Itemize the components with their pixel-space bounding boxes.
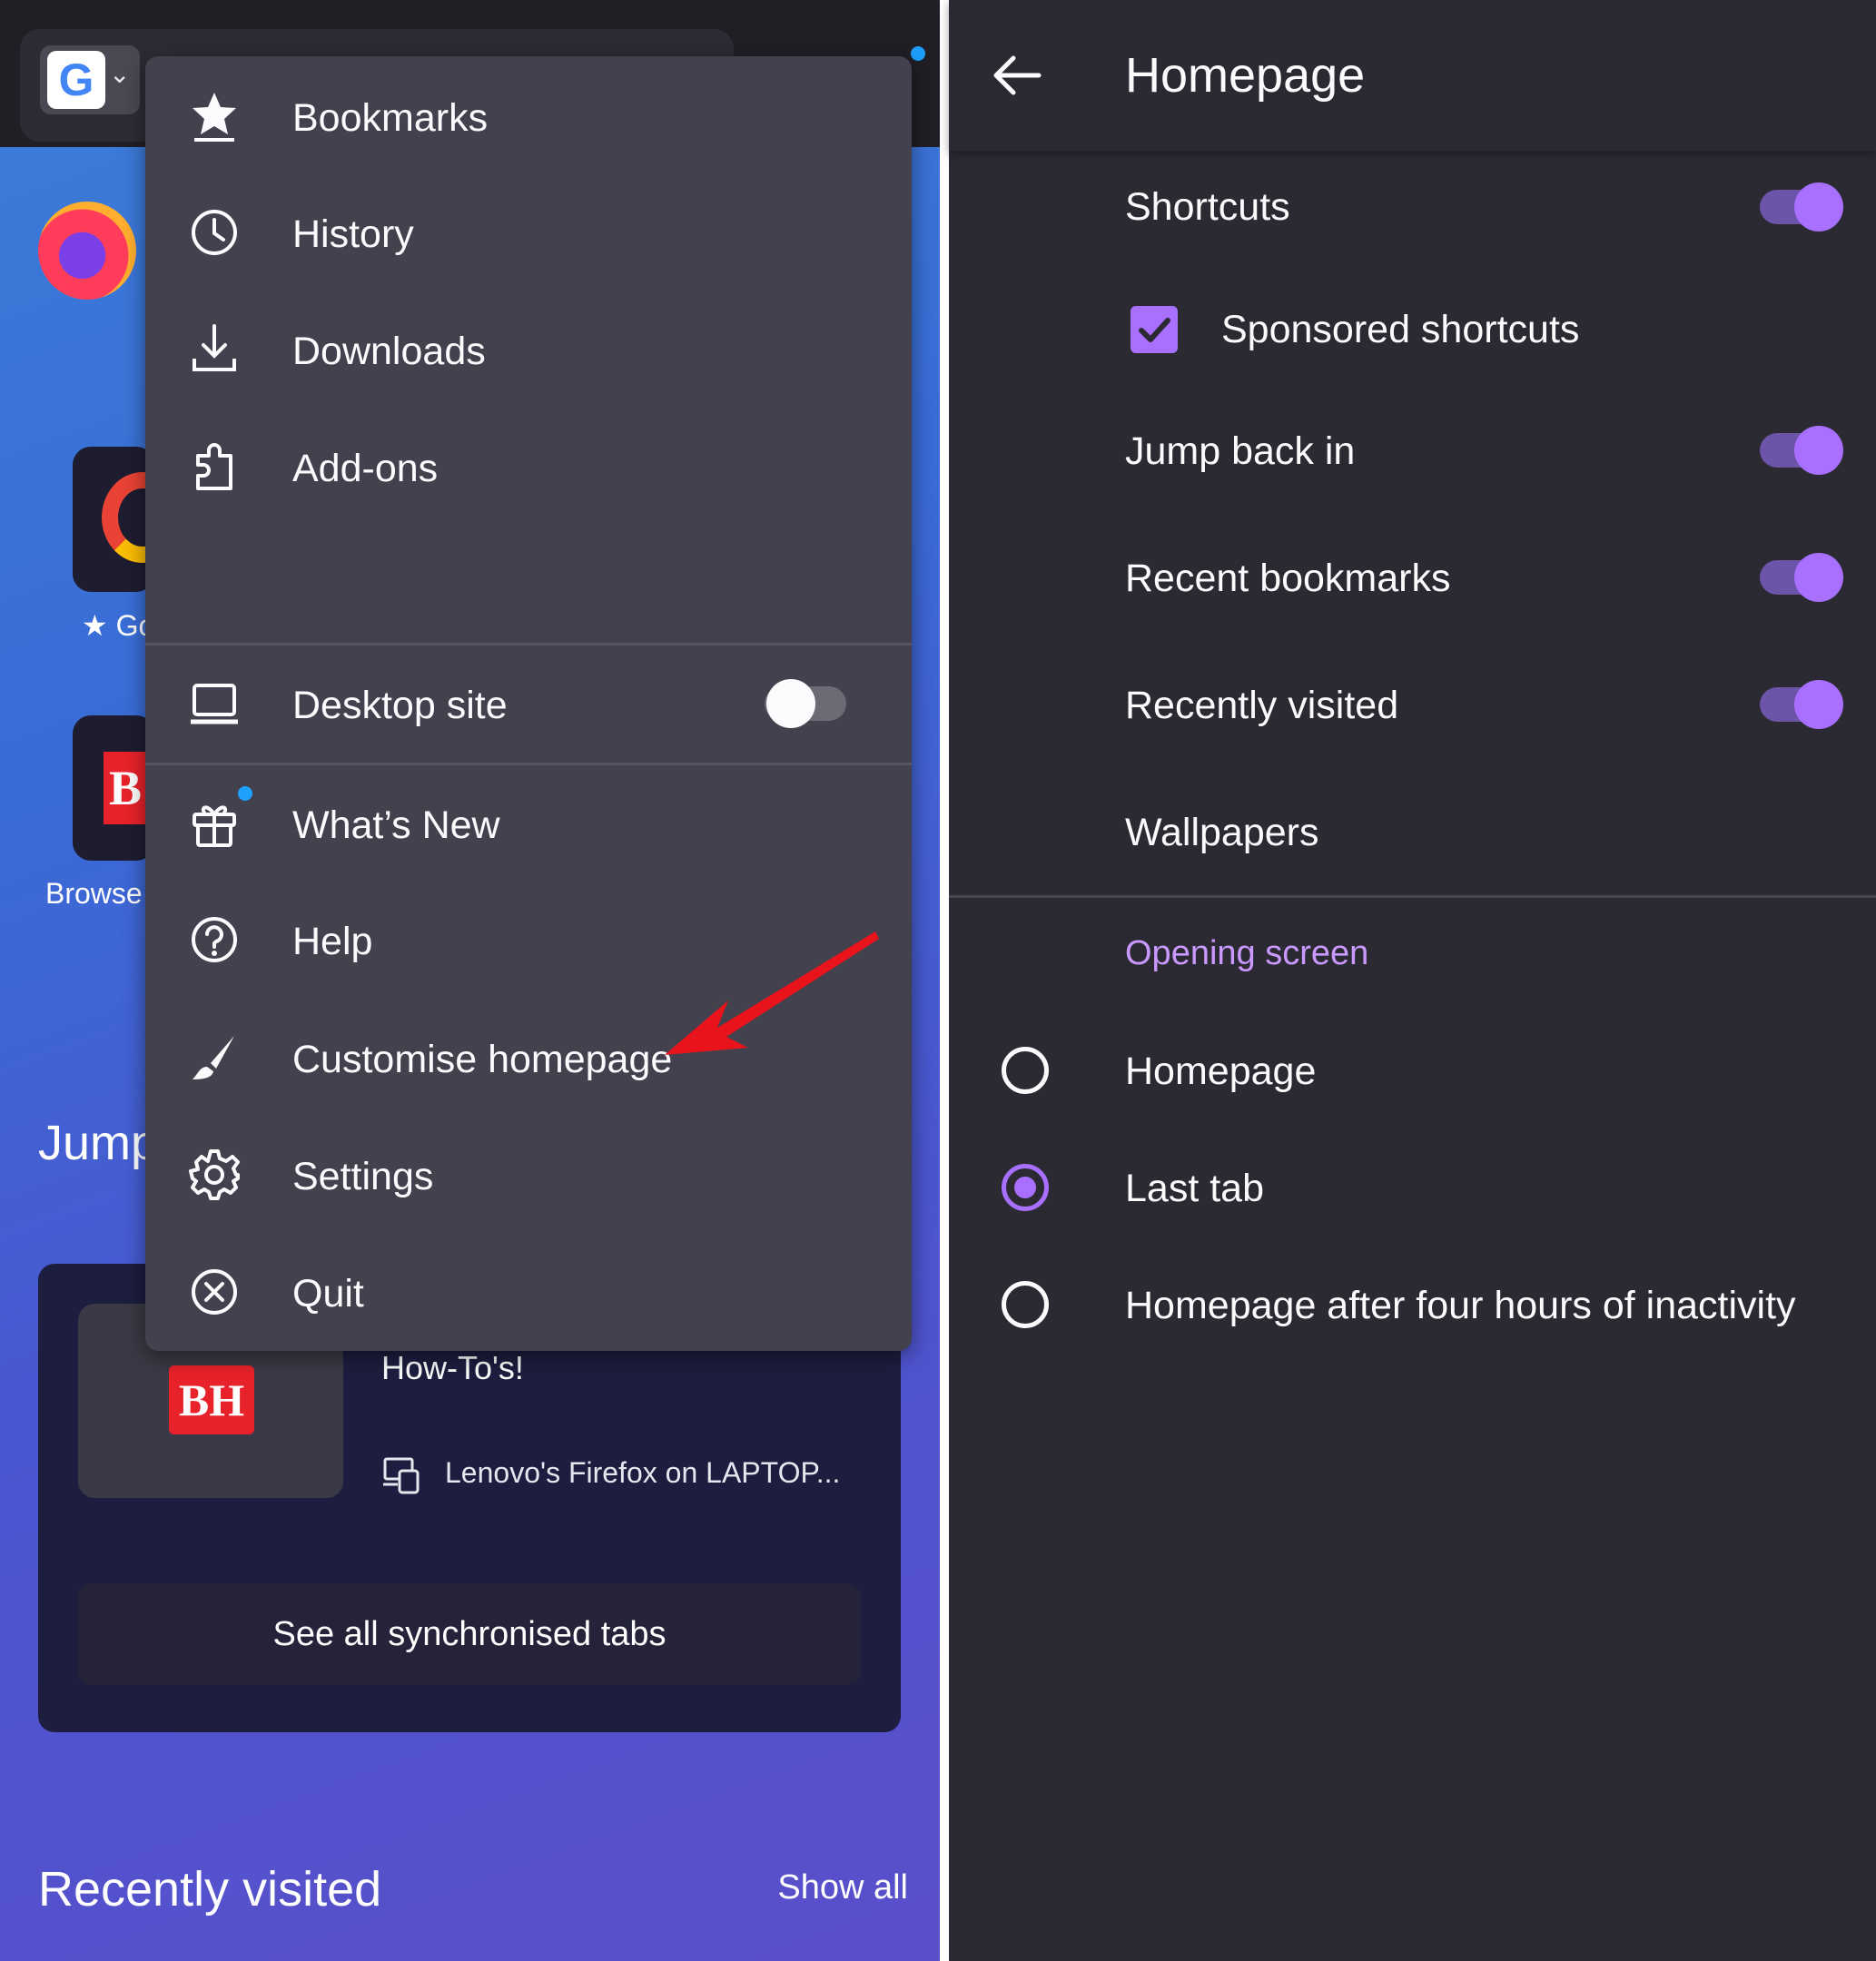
shortcuts-label: Shortcuts	[1125, 185, 1290, 229]
radio-homepage[interactable]	[1002, 1047, 1049, 1094]
menu-item-label: Bookmarks	[292, 96, 489, 140]
brush-icon	[193, 1036, 234, 1079]
toggle-thumb	[766, 679, 815, 728]
laptop-icon	[191, 684, 238, 724]
panel-divider	[940, 0, 949, 1961]
checkmark-icon	[1139, 318, 1170, 342]
menu-item-downloads[interactable]: Downloads	[145, 291, 912, 408]
menu-item-whats-new[interactable]: What’s New	[145, 765, 912, 882]
menu-item-bookmarks[interactable]: Bookmarks	[145, 58, 912, 174]
notification-dot	[911, 46, 925, 61]
star-icon	[193, 93, 236, 142]
menu-item-label: Add-ons	[292, 447, 439, 490]
menu-item-label: Quit	[292, 1272, 364, 1316]
synced-device-icon	[383, 1457, 420, 1494]
synced-device-label: Lenovo's Firefox on LAPTOP...	[445, 1456, 841, 1489]
firefox-logo-icon	[38, 202, 136, 300]
bh-logo-icon: BH	[169, 1365, 254, 1434]
menu-item-label: Help	[292, 920, 373, 963]
toggle-thumb	[1794, 680, 1843, 729]
page-title: Homepage	[1125, 48, 1366, 103]
recently-visited-label: Recently visited	[1125, 684, 1399, 727]
sponsored-shortcuts-checkbox[interactable]	[1131, 306, 1178, 353]
jump-back-in-heading: Jump	[38, 1116, 147, 1170]
menu-item-label: History	[292, 212, 414, 256]
help-icon	[192, 917, 237, 962]
menu-item-label: Downloads	[292, 330, 486, 373]
toggle-thumb	[1794, 553, 1843, 602]
opening-screen-heading: Opening screen	[1125, 934, 1369, 972]
download-icon	[193, 324, 236, 371]
gear-icon	[189, 1149, 240, 1200]
menu-item-label: Customise homepage	[292, 1038, 673, 1081]
menu-item-label: Desktop site	[292, 684, 508, 727]
back-arrow-icon[interactable]	[990, 44, 1044, 107]
wallpapers-item[interactable]: Wallpapers	[1125, 805, 1319, 860]
show-all-link[interactable]: Show all	[745, 1868, 908, 1919]
radio-label-last-tab: Last tab	[1125, 1167, 1264, 1210]
shortcut-label: Browse	[45, 877, 143, 910]
toggle-thumb	[1794, 426, 1843, 475]
google-icon: G	[47, 51, 105, 109]
menu-item-label: Settings	[292, 1155, 434, 1198]
radio-last-tab[interactable]	[1002, 1164, 1049, 1211]
menu-item-label: What’s New	[292, 803, 500, 847]
recent-bookmarks-label: Recent bookmarks	[1125, 557, 1451, 600]
notification-dot	[238, 786, 252, 801]
close-circle-icon	[192, 1269, 237, 1315]
radio-label-homepage: Homepage	[1125, 1049, 1317, 1093]
clock-icon	[192, 210, 237, 255]
radio-label-homepage-after-inactivity: Homepage after four hours of inactivity	[1125, 1284, 1796, 1327]
synced-tab-title: How-To's!	[381, 1349, 524, 1386]
settings-divider	[949, 895, 1876, 898]
shortcut-label: ★ Go	[82, 609, 155, 642]
see-all-synced-tabs-button[interactable]: See all synchronised tabs	[78, 1583, 861, 1685]
jump-back-in-label: Jump back in	[1125, 429, 1356, 473]
menu-item-settings[interactable]: Settings	[145, 1117, 912, 1233]
puzzle-icon	[196, 443, 232, 490]
sponsored-shortcuts-label: Sponsored shortcuts	[1221, 308, 1580, 351]
toggle-thumb	[1794, 182, 1843, 232]
gift-icon	[193, 805, 236, 847]
chevron-down-icon: ⌄	[109, 60, 131, 88]
homepage-settings-panel	[949, 0, 1876, 1961]
radio-homepage-after-inactivity[interactable]	[1002, 1281, 1049, 1328]
menu-item-quit[interactable]: Quit	[145, 1234, 912, 1350]
menu-item-history[interactable]: History	[145, 174, 912, 291]
menu-item-addons[interactable]: Add-ons	[145, 409, 912, 525]
recently-visited-heading: Recently visited	[38, 1862, 382, 1917]
annotation-arrow-icon	[665, 931, 879, 1055]
